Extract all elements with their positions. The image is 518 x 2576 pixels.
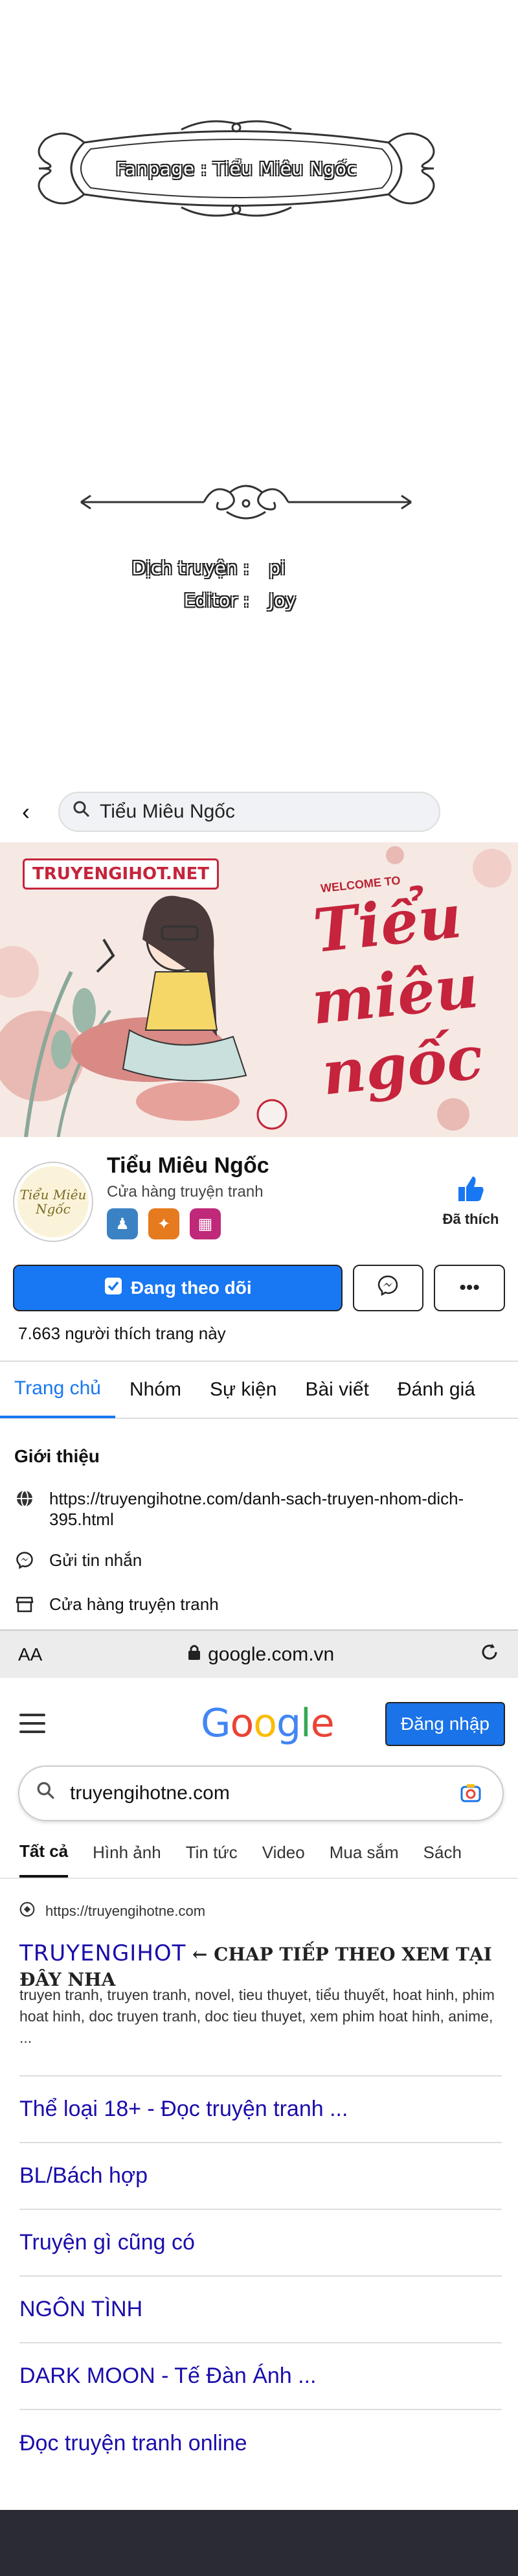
more-button[interactable]: •••: [434, 1265, 505, 1311]
intro-website-row: https://truyengihotne.com/danh-sach-truy…: [14, 1488, 496, 1530]
google-tabs: Tất cả Hình ảnh Tin tức Video Mua sắm Sá…: [0, 1827, 518, 1879]
intro-shop-category: Cửa hàng truyện tranh: [49, 1594, 219, 1614]
tab-news[interactable]: Tin tức: [186, 1827, 238, 1878]
google-search-box[interactable]: truyengihotne.com: [18, 1765, 504, 1821]
page-category: Cửa hàng truyện tranh: [107, 1183, 264, 1201]
globe-icon: [19, 1902, 35, 1921]
tab-books[interactable]: Sách: [423, 1827, 462, 1878]
result-snippet: truyen tranh, truyen tranh, novel, tieu …: [19, 1986, 495, 2046]
text-size-button[interactable]: AA: [18, 1644, 42, 1665]
thumbs-up-icon: [435, 1174, 506, 1211]
hamburger-menu-icon[interactable]: [19, 1714, 45, 1733]
messenger-icon: [377, 1274, 399, 1302]
tab-reviews[interactable]: Đánh giá: [383, 1361, 490, 1418]
logo-letter: G: [201, 1701, 231, 1746]
following-button[interactable]: Đang theo dõi: [13, 1265, 343, 1311]
bottom-bar: [0, 2510, 518, 2576]
tab-images[interactable]: Hình ảnh: [93, 1827, 161, 1878]
search-icon: [36, 1781, 56, 1806]
avatar-text: Tiểu Miêu Ngốc: [19, 1187, 87, 1217]
page-tabs: Trang chủ Nhóm Sự kiện Bài viết Đánh giá: [0, 1361, 518, 1419]
facebook-top-bar: ‹ Tiểu Miêu Ngốc: [0, 781, 518, 842]
chat-badge-icon[interactable]: ✦: [148, 1208, 179, 1239]
address-text: google.com.vn: [208, 1643, 335, 1665]
sitelink[interactable]: Đọc truyện tranh online: [19, 2410, 502, 2477]
tab-shopping[interactable]: Mua sắm: [330, 1827, 399, 1878]
shop-icon: [14, 1594, 35, 1615]
result-url-text: https://truyengihotne.com: [45, 1903, 206, 1919]
intro-title: Giới thiệu: [14, 1446, 100, 1466]
reload-icon[interactable]: [479, 1642, 500, 1668]
translator-credit: Dịch truyện : pi: [94, 557, 286, 579]
liked-button[interactable]: Đã thích: [435, 1174, 506, 1228]
sitelink[interactable]: Thể loại 18+ - Đọc truyện tranh ...: [19, 2076, 502, 2143]
intro-shop-row: Cửa hàng truyện tranh: [14, 1594, 496, 1615]
sign-in-button[interactable]: Đăng nhập: [385, 1702, 505, 1746]
logo-letter: e: [310, 1701, 335, 1746]
editor-value: Joy: [269, 590, 296, 611]
liked-label: Đã thích: [442, 1211, 499, 1227]
sitelink[interactable]: NGÔN TÌNH: [19, 2277, 502, 2343]
cover-photo[interactable]: TRUYENGIHOT.NET WELCOME TO Tiểu miêu ngố…: [0, 842, 518, 1137]
likes-count: 7.663 người thích trang này: [18, 1324, 226, 1343]
tab-all[interactable]: Tất cả: [19, 1827, 69, 1878]
more-icon: •••: [459, 1277, 480, 1298]
logo-letter: l: [300, 1701, 311, 1746]
logo-letter: o: [230, 1701, 254, 1746]
address-field[interactable]: google.com.vn: [187, 1644, 334, 1666]
intro-message-row: Gửi tin nhắn: [14, 1550, 496, 1570]
tab-groups[interactable]: Nhóm: [115, 1361, 196, 1418]
following-label: Đang theo dõi: [130, 1278, 252, 1298]
editor-key: Editor :: [183, 590, 249, 611]
lock-icon: [187, 1644, 201, 1666]
check-icon: [104, 1276, 123, 1300]
people-badge-icon[interactable]: ♟: [107, 1208, 138, 1239]
tab-events[interactable]: Sự kiện: [196, 1361, 291, 1418]
browser-url-bar: AA google.com.vn: [0, 1629, 518, 1678]
cover-title: Tiểu miêu ngốc: [275, 877, 516, 1112]
search-icon: [73, 800, 91, 823]
page-name[interactable]: Tiểu Miêu Ngốc: [107, 1153, 269, 1179]
intro-send-message[interactable]: Gửi tin nhắn: [49, 1550, 496, 1570]
messenger-icon: [14, 1550, 35, 1570]
tab-home[interactable]: Trang chủ: [0, 1361, 115, 1418]
globe-icon: [14, 1488, 35, 1509]
fanpage-label: Fanpage : Tiểu Miêu Ngốc: [115, 157, 357, 179]
search-query: truyengihotne.com: [70, 1782, 230, 1804]
tab-video[interactable]: Video: [262, 1827, 305, 1878]
cover-site-label: TRUYENGIHOT.NET: [23, 858, 220, 890]
sitelink[interactable]: Truyện gì cũng có: [19, 2210, 502, 2277]
ornament-divider-icon: [80, 485, 412, 520]
shop-badge-icon[interactable]: ▦: [190, 1208, 221, 1239]
sitelink[interactable]: BL/Bách hợp: [19, 2143, 502, 2210]
fanpage-banner: Fanpage : Tiểu Miêu Ngốc: [26, 113, 447, 224]
translator-value: pi: [269, 557, 286, 579]
editor-credit: Editor : Joy: [94, 590, 296, 611]
messenger-button[interactable]: [352, 1265, 424, 1311]
tab-posts[interactable]: Bài viết: [291, 1361, 383, 1418]
camera-lens-icon[interactable]: [456, 1778, 486, 1808]
page-actions: Đang theo dõi •••: [13, 1265, 505, 1311]
sitelink[interactable]: DARK MOON - Tế Đàn Ánh ...: [19, 2343, 502, 2410]
google-header: Google Đăng nhập: [0, 1694, 518, 1753]
page-badges: ♟ ✦ ▦: [107, 1208, 221, 1239]
google-logo[interactable]: Google: [201, 1701, 335, 1746]
facebook-search-field[interactable]: Tiểu Miêu Ngốc: [58, 791, 440, 832]
back-arrow-icon[interactable]: ‹: [13, 798, 39, 825]
logo-letter: g: [276, 1701, 301, 1746]
intro-website-link[interactable]: https://truyengihotne.com/danh-sach-truy…: [49, 1488, 496, 1530]
result-title-site: TRUYENGIHOT: [19, 1940, 186, 1966]
logo-letter: o: [253, 1701, 277, 1746]
search-text: Tiểu Miêu Ngốc: [100, 800, 235, 822]
result-url[interactable]: https://truyengihotne.com: [19, 1902, 205, 1921]
translator-key: Dịch truyện :: [131, 557, 250, 579]
page-avatar[interactable]: Tiểu Miêu Ngốc: [14, 1163, 92, 1241]
